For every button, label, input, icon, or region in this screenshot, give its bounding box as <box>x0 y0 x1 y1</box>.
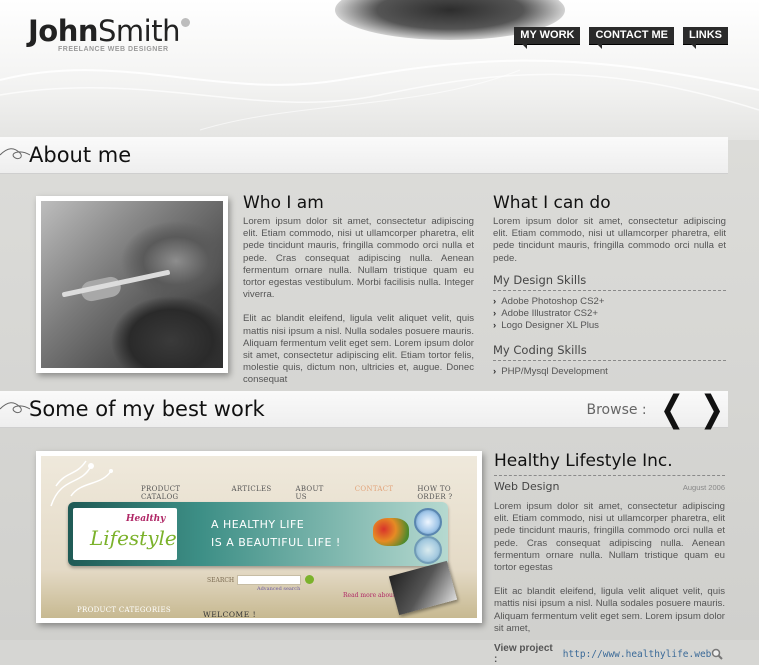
swirl-icon <box>0 148 30 160</box>
project-paragraph-2: Elit ac blandit eleifend, ligula velit a… <box>494 586 725 634</box>
who-i-am-paragraph-2: Elit ac blandit eleifend, ligula velit a… <box>243 313 474 386</box>
next-arrow-icon[interactable]: ❯ <box>700 392 724 428</box>
swirl-icon <box>0 402 30 414</box>
nav-contact-me[interactable]: CONTACT ME <box>589 27 674 49</box>
screenshot-nav-item: HOW TO ORDER ? <box>417 485 453 501</box>
screenshot-nav-item: CONTACT <box>354 485 394 493</box>
who-i-am-paragraph-1: Lorem ipsum dolor sit amet, consectetur … <box>243 216 474 301</box>
project-date: August 2006 <box>682 483 725 492</box>
screenshot-search-input <box>237 575 301 585</box>
screenshot-nav: PRODUCT CATALOG ARTICLES ABOUT US CONTAC… <box>141 485 477 501</box>
project-screenshot-frame[interactable]: PRODUCT CATALOG ARTICLES ABOUT US CONTAC… <box>36 451 482 623</box>
view-project-link[interactable]: http://www.healthylife.web <box>563 649 712 660</box>
logo-last-name: Smith <box>98 14 180 48</box>
about-section-bar: About me <box>0 137 728 174</box>
view-project-row: View project : http://www.healthylife.we… <box>494 643 725 665</box>
screenshot-welcome: WELCOME ! <box>203 610 257 618</box>
screenshot-read-more: Read more about <box>343 592 396 599</box>
clock-icon <box>414 508 442 536</box>
who-i-am-column: Who I am Lorem ipsum dolor sit amet, con… <box>243 193 474 387</box>
logo-name: JohnSmith <box>28 14 190 48</box>
design-skills-list: Adobe Photoshop CS2+ Adobe Illustrator C… <box>493 296 726 333</box>
what-i-can-do-column: What I can do Lorem ipsum dolor sit amet… <box>493 193 726 379</box>
nav-links[interactable]: LINKS <box>683 27 728 49</box>
list-item: Adobe Illustrator CS2+ <box>493 308 726 320</box>
screenshot-nav-item: ABOUT US <box>295 485 324 501</box>
screenshot-slogan-1: A HEALTHY LIFE <box>211 518 305 531</box>
profile-photo-frame <box>36 196 228 373</box>
about-section-title: About me <box>29 143 132 167</box>
project-type: Web Design <box>494 480 560 493</box>
header-curves-decoration <box>0 59 759 131</box>
site-logo[interactable]: JohnSmith FREELANCE WEB DESIGNER <box>28 14 190 53</box>
screenshot-banner: Healthy Lifestyle A HEALTHY LIFE IS A BE… <box>68 502 448 566</box>
screenshot-nav-item: PRODUCT CATALOG <box>141 485 181 501</box>
magazine-image <box>388 560 458 616</box>
screenshot-search-go-icon <box>305 575 314 584</box>
project-paragraph-1: Lorem ipsum dolor sit amet, consectetur … <box>494 501 725 574</box>
screenshot-logo-big: Lifestyle <box>90 526 177 550</box>
project-details: Healthy Lifestyle Inc. Web Design August… <box>494 450 725 665</box>
coding-skills-heading: My Coding Skills <box>493 343 726 362</box>
project-meta: Web Design August 2006 <box>494 480 725 493</box>
logo-first-name: John <box>28 14 99 48</box>
screenshot-advanced-search: Advanced search <box>257 586 301 592</box>
logo-dot-icon <box>180 18 190 27</box>
magnifier-icon[interactable] <box>711 648 723 660</box>
project-screenshot: PRODUCT CATALOG ARTICLES ABOUT US CONTAC… <box>41 456 477 618</box>
screenshot-nav-item: ARTICLES <box>231 485 272 493</box>
work-section-title: Some of my best work <box>29 397 265 421</box>
what-i-can-do-paragraph: Lorem ipsum dolor sit amet, consectetur … <box>493 216 726 264</box>
screenshot-slogan-2: IS A BEAUTIFUL LIFE ! <box>211 536 341 549</box>
coding-skills-list: PHP/Mysql Development <box>493 366 726 378</box>
what-i-can-do-heading: What I can do <box>493 193 611 213</box>
list-item: Logo Designer XL Plus <box>493 320 726 332</box>
screenshot-categories: PRODUCT CATEGORIES <box>77 606 171 614</box>
view-project-label: View project : <box>494 643 553 665</box>
nav-my-work[interactable]: MY WORK <box>514 27 581 49</box>
screenshot-search-label: SEARCH <box>207 577 235 584</box>
project-name: Healthy Lifestyle Inc. <box>494 450 725 476</box>
clock-reflection-icon <box>414 536 442 564</box>
who-i-am-heading: Who I am <box>243 193 324 213</box>
screenshot-logo: Healthy Lifestyle <box>73 508 177 560</box>
main-nav: MY WORK CONTACT ME LINKS <box>514 27 728 49</box>
fruit-image <box>373 518 409 546</box>
previous-arrow-icon[interactable]: ❮ <box>660 392 684 428</box>
design-skills-heading: My Design Skills <box>493 273 726 291</box>
screenshot-logo-small: Healthy <box>126 514 166 524</box>
profile-photo <box>41 201 223 368</box>
browse-label: Browse : <box>586 402 647 418</box>
list-item: PHP/Mysql Development <box>493 366 726 378</box>
browse-controls: Browse : ❮ ❯ <box>587 392 728 428</box>
list-item: Adobe Photoshop CS2+ <box>493 296 726 308</box>
